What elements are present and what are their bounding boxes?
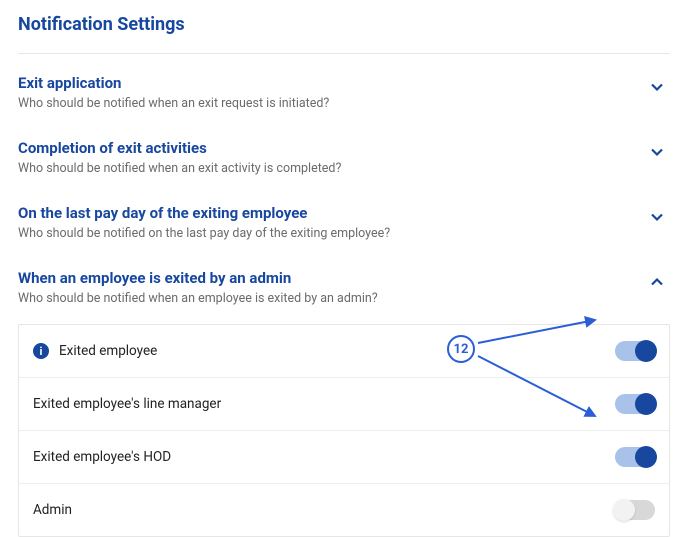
section-completion-activities[interactable]: Completion of exit activities Who should… [18, 125, 670, 190]
section-exit-application[interactable]: Exit application Who should be notified … [18, 60, 670, 125]
option-admin: Admin [19, 484, 669, 536]
toggle-exited-employee[interactable] [615, 341, 655, 361]
option-line-manager: Exited employee's line manager [19, 378, 669, 431]
section-last-pay-day[interactable]: On the last pay day of the exiting emplo… [18, 190, 670, 255]
option-label: Exited employee [59, 343, 157, 359]
section-desc: Who should be notified when an exit requ… [18, 96, 670, 111]
options-panel: i Exited employee Exited employee's line… [18, 324, 670, 537]
info-icon[interactable]: i [33, 343, 49, 359]
chevron-down-icon [650, 145, 664, 159]
option-hod: Exited employee's HOD [19, 431, 669, 484]
toggle-line-manager[interactable] [615, 394, 655, 414]
option-label: Exited employee's HOD [33, 449, 171, 465]
chevron-down-icon [650, 80, 664, 94]
section-title: Exit application [18, 74, 670, 92]
section-desc: Who should be notified on the last pay d… [18, 226, 670, 241]
divider [18, 53, 670, 54]
page-title: Notification Settings [18, 14, 670, 35]
section-title: On the last pay day of the exiting emplo… [18, 204, 670, 222]
chevron-down-icon [650, 210, 664, 224]
option-label: Admin [33, 502, 72, 518]
section-exited-by-admin[interactable]: When an employee is exited by an admin W… [18, 255, 670, 320]
chevron-up-icon [650, 275, 664, 289]
section-title: Completion of exit activities [18, 139, 670, 157]
section-desc: Who should be notified when an employee … [18, 291, 670, 306]
toggle-admin[interactable] [615, 500, 655, 520]
section-desc: Who should be notified when an exit acti… [18, 161, 670, 176]
option-label: Exited employee's line manager [33, 396, 221, 412]
option-exited-employee: i Exited employee [19, 325, 669, 378]
toggle-hod[interactable] [615, 447, 655, 467]
section-title: When an employee is exited by an admin [18, 269, 670, 287]
